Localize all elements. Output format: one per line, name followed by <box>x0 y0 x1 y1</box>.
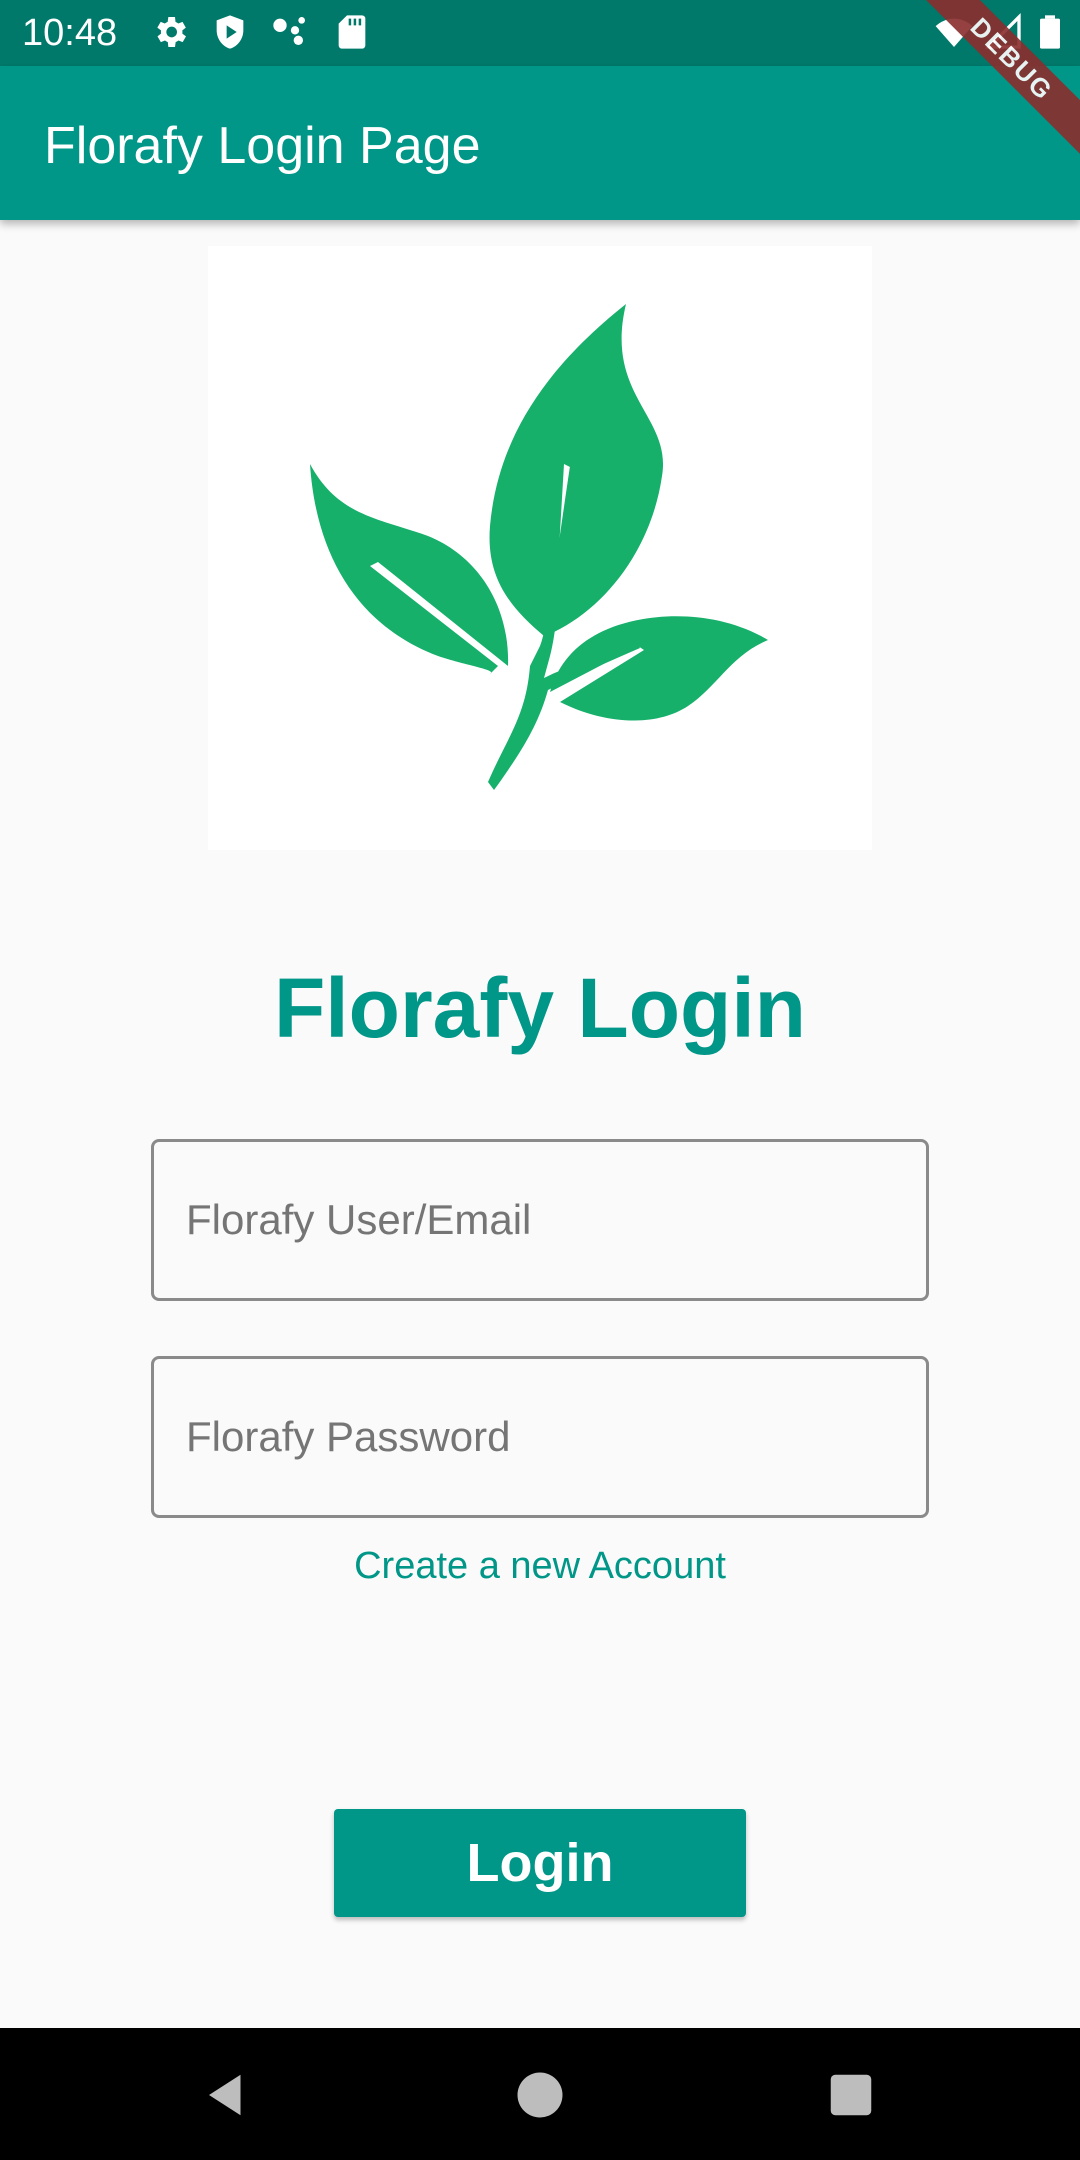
create-account-link[interactable]: Create a new Account <box>0 1542 1080 1590</box>
app-bar: Florafy Login Page <box>0 66 1080 220</box>
system-nav-bar <box>0 2028 1080 2160</box>
shield-play-icon <box>210 12 250 52</box>
password-input[interactable] <box>154 1359 926 1515</box>
wifi-icon <box>934 12 974 52</box>
user-email-field[interactable] <box>151 1139 929 1301</box>
assistant-dots-icon <box>270 12 310 52</box>
status-time: 10:48 <box>22 12 118 54</box>
gear-icon <box>150 12 190 52</box>
sd-card-icon <box>332 12 372 52</box>
user-email-input[interactable] <box>154 1142 926 1298</box>
cell-signal-icon <box>984 12 1024 52</box>
app-bar-title: Florafy Login Page <box>44 117 481 175</box>
logo-image <box>208 246 872 850</box>
home-icon[interactable] <box>513 2068 567 2122</box>
password-field[interactable] <box>151 1356 929 1518</box>
login-heading: Florafy Login <box>274 961 806 1055</box>
battery-icon <box>1030 12 1070 52</box>
login-button[interactable]: Login <box>334 1809 746 1917</box>
leaf-branch-icon <box>310 304 768 790</box>
status-bar: 10:48 <box>0 0 1080 66</box>
back-icon[interactable] <box>200 2068 254 2122</box>
recents-icon[interactable] <box>824 2068 878 2122</box>
